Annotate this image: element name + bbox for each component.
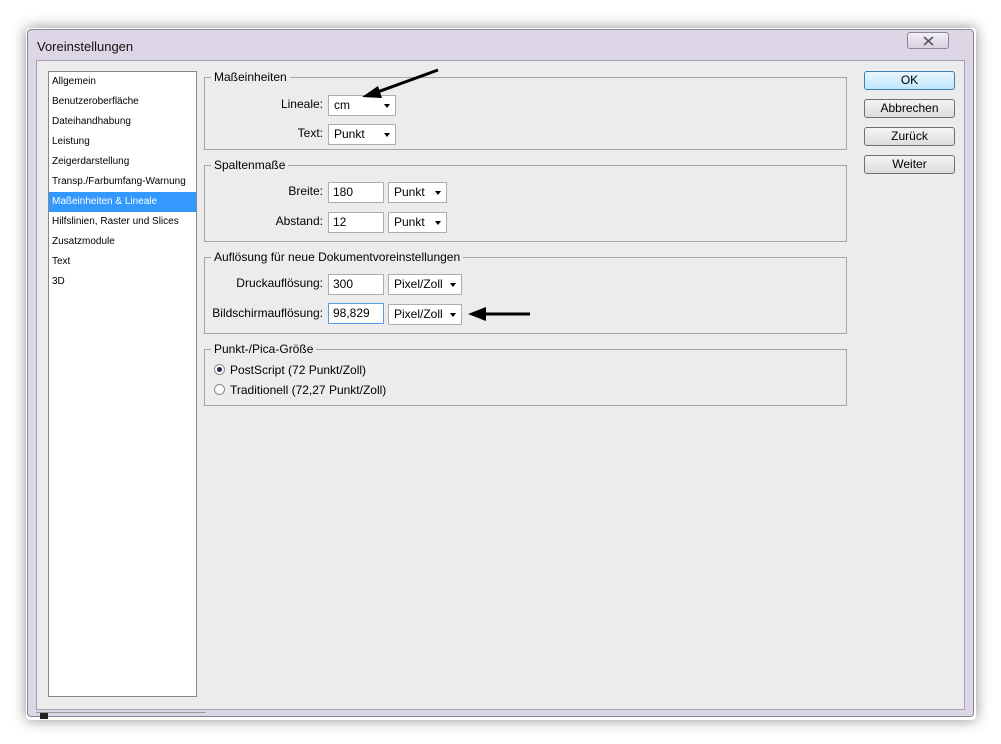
- sidebar-item-interface[interactable]: Benutzeroberfläche: [49, 92, 196, 112]
- column-width-input[interactable]: 180: [328, 182, 384, 203]
- chevron-down-icon: [435, 191, 441, 195]
- column-width-label: Breite:: [288, 184, 323, 198]
- arrow-icon: [468, 307, 530, 321]
- rulers-select-value: cm: [334, 98, 350, 112]
- column-width-unit-value: Punkt: [394, 185, 425, 199]
- dialog-content: Allgemein Benutzeroberfläche Dateihandha…: [36, 60, 965, 710]
- column-size-group-title: Spaltenmaße: [211, 158, 289, 172]
- gutter-unit-select[interactable]: Punkt: [388, 212, 447, 233]
- point-pica-group-title: Punkt-/Pica-Größe: [211, 342, 317, 356]
- reset-button[interactable]: Zurück: [864, 127, 955, 146]
- column-size-group: Spaltenmaße Breite: 180 Punkt Abstand: 1…: [204, 158, 847, 242]
- cancel-button[interactable]: Abbrechen: [864, 99, 955, 118]
- taskbar-mark: [40, 713, 48, 719]
- type-units-select-value: Punkt: [334, 127, 365, 141]
- ok-button[interactable]: OK: [864, 71, 955, 90]
- units-group-title: Maßeinheiten: [211, 70, 290, 84]
- category-list[interactable]: Allgemein Benutzeroberfläche Dateihandha…: [48, 71, 197, 697]
- gutter-unit-value: Punkt: [394, 215, 425, 229]
- postscript-label: PostScript (72 Punkt/Zoll): [230, 363, 367, 377]
- print-resolution-input[interactable]: 300: [328, 274, 384, 295]
- traditional-radio[interactable]: [214, 384, 225, 395]
- close-icon: [923, 36, 934, 46]
- close-button[interactable]: [907, 32, 949, 49]
- screen-resolution-unit-value: Pixel/Zoll: [394, 307, 443, 321]
- screen-resolution-unit-select[interactable]: Pixel/Zoll: [388, 304, 462, 325]
- chevron-down-icon: [384, 104, 390, 108]
- postscript-radio[interactable]: [214, 364, 225, 375]
- sidebar-item-type[interactable]: Text: [49, 252, 196, 272]
- preferences-dialog: Voreinstellungen Allgemein Benutzeroberf…: [27, 29, 974, 717]
- sidebar-item-performance[interactable]: Leistung: [49, 132, 196, 152]
- sidebar-item-guides-grid-slices[interactable]: Hilfslinien, Raster und Slices: [49, 212, 196, 232]
- sidebar-item-units-rulers[interactable]: Maßeinheiten & Lineale: [49, 192, 196, 212]
- units-group: Maßeinheiten Lineale: cm Text: Punkt: [204, 70, 847, 150]
- next-button[interactable]: Weiter: [864, 155, 955, 174]
- chevron-down-icon: [435, 221, 441, 225]
- window-title: Voreinstellungen: [37, 39, 134, 54]
- arrow-icon: [362, 68, 439, 98]
- gutter-input[interactable]: 12: [328, 212, 384, 233]
- print-resolution-unit-value: Pixel/Zoll: [394, 277, 443, 291]
- sidebar-item-general[interactable]: Allgemein: [49, 72, 196, 92]
- type-units-select[interactable]: Punkt: [328, 124, 396, 145]
- screen-resolution-input[interactable]: 98,829: [328, 303, 384, 324]
- sidebar-item-transparency-gamut[interactable]: Transp./Farbumfang-Warnung: [49, 172, 196, 192]
- chevron-down-icon: [384, 133, 390, 137]
- print-resolution-label: Druckauflösung:: [236, 276, 323, 290]
- gutter-label: Abstand:: [275, 214, 323, 228]
- sidebar-item-file-handling[interactable]: Dateihandhabung: [49, 112, 196, 132]
- sidebar-item-3d[interactable]: 3D: [49, 272, 196, 292]
- column-width-unit-select[interactable]: Punkt: [388, 182, 447, 203]
- screen-resolution-label: Bildschirmauflösung:: [212, 306, 323, 320]
- point-pica-group: Punkt-/Pica-Größe PostScript (72 Punkt/Z…: [204, 342, 847, 406]
- type-units-label: Text:: [297, 126, 323, 140]
- resolution-group: Auflösung für neue Dokumentvoreinstellun…: [204, 250, 847, 334]
- resolution-group-title: Auflösung für neue Dokumentvoreinstellun…: [211, 250, 464, 264]
- traditional-label: Traditionell (72,27 Punkt/Zoll): [230, 383, 387, 397]
- title-bar[interactable]: Voreinstellungen: [28, 30, 973, 60]
- sidebar-item-plugins[interactable]: Zusatzmodule: [49, 232, 196, 252]
- print-resolution-unit-select[interactable]: Pixel/Zoll: [388, 274, 462, 295]
- rulers-label: Lineale:: [280, 97, 323, 111]
- chevron-down-icon: [450, 313, 456, 317]
- chevron-down-icon: [450, 283, 456, 287]
- taskbar-edge: [36, 712, 206, 719]
- sidebar-item-cursors[interactable]: Zeigerdarstellung: [49, 152, 196, 172]
